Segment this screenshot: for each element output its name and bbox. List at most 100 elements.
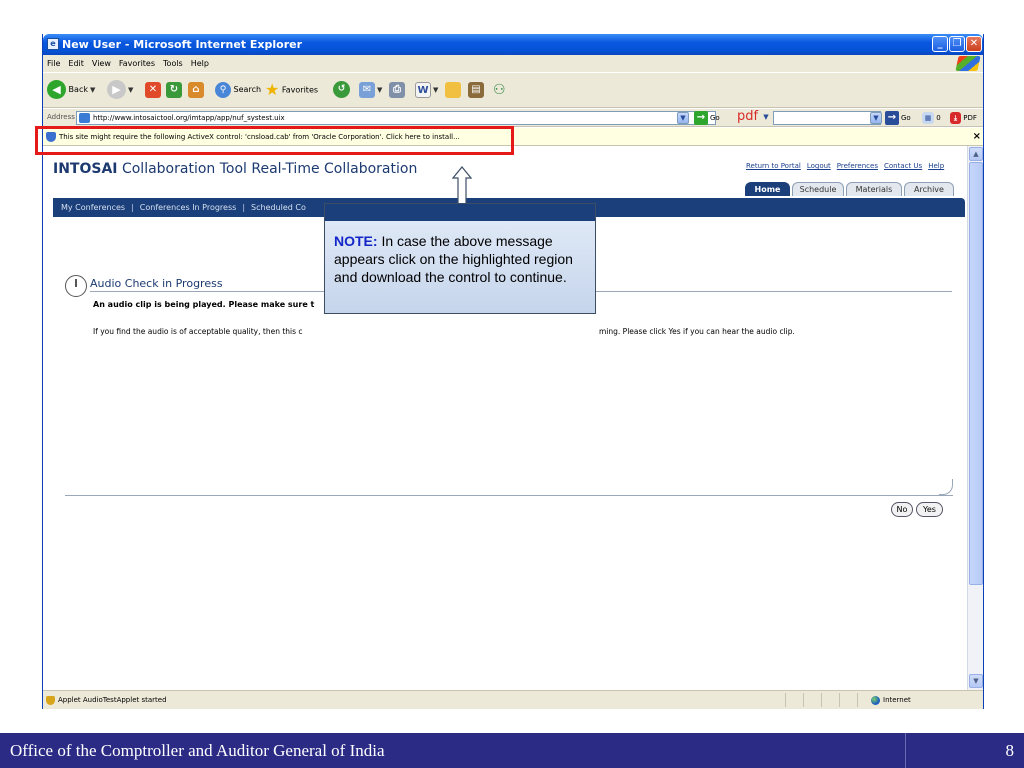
folder-button[interactable] bbox=[445, 80, 461, 100]
address-input[interactable]: http://www.intosaictool.org/imtapp/app/n… bbox=[76, 111, 716, 125]
toolbar-search-input[interactable] bbox=[773, 111, 881, 125]
globe-icon bbox=[871, 695, 880, 705]
app-title: INTOSAI Collaboration Tool Real-Time Col… bbox=[53, 161, 417, 177]
windows-logo-icon bbox=[955, 56, 981, 71]
scroll-thumb[interactable] bbox=[969, 162, 983, 585]
pdf-dropdown-icon[interactable]: ▼ bbox=[760, 112, 772, 124]
print-icon: ⎙ bbox=[389, 81, 405, 98]
search-label: Search bbox=[233, 85, 262, 94]
search-icon: ⚲ bbox=[215, 81, 231, 98]
close-button[interactable]: ✕ bbox=[966, 36, 982, 52]
callout-up-arrow-icon bbox=[452, 166, 472, 206]
address-bar: Address http://www.intosaictool.org/imta… bbox=[43, 109, 983, 127]
status-cell bbox=[785, 693, 801, 707]
counter-value: 0 bbox=[936, 114, 941, 122]
folder-icon bbox=[445, 81, 461, 98]
section-title: Audio Check in Progress bbox=[90, 277, 223, 290]
link-return-to-portal[interactable]: Return to Portal bbox=[746, 162, 801, 170]
infobar-close-icon[interactable]: × bbox=[973, 128, 981, 146]
menu-favorites[interactable]: Favorites bbox=[115, 55, 159, 68]
forward-arrow-icon: ▶ bbox=[107, 80, 126, 99]
stop-button[interactable]: ✕ bbox=[145, 80, 161, 100]
pdf-button[interactable]: ⤓ PDF bbox=[950, 111, 977, 125]
instruction-text-right: ming. Please click Yes if you can hear t… bbox=[599, 327, 795, 336]
status-cell bbox=[839, 693, 855, 707]
yes-button[interactable]: Yes bbox=[916, 502, 943, 517]
search-dropdown-icon[interactable]: ▼ bbox=[870, 112, 882, 124]
tab-materials[interactable]: Materials bbox=[846, 182, 902, 196]
stop-icon: ✕ bbox=[145, 81, 161, 98]
app-title-text: Collaboration Tool Real-Time Collaborati… bbox=[121, 161, 418, 177]
favorites-label: Favorites bbox=[281, 85, 319, 95]
nav-conferences-in-progress[interactable]: Conferences In Progress bbox=[140, 203, 237, 212]
counter-button[interactable]: ▦ 0 bbox=[922, 111, 941, 125]
messenger-icon: ⚇ bbox=[493, 82, 506, 98]
search-go-button[interactable]: → Go bbox=[885, 111, 911, 125]
messenger-button[interactable]: ⚇ bbox=[493, 80, 506, 100]
address-dropdown-icon[interactable]: ▼ bbox=[677, 112, 689, 124]
go-button[interactable]: → Go bbox=[694, 111, 720, 125]
standard-toolbar: ◀ Back ▼ ▶ ▼ ✕ ↻ ⌂ ⚲ Search ★ Favorites ↺ … bbox=[43, 72, 983, 108]
link-help[interactable]: Help bbox=[928, 162, 944, 170]
pdf-icon: ⤓ bbox=[950, 112, 961, 124]
history-button[interactable]: ↺ bbox=[333, 80, 350, 100]
print-button[interactable]: ⎙ bbox=[389, 80, 405, 100]
highlight-box bbox=[35, 126, 514, 155]
search-button[interactable]: ⚲ Search bbox=[215, 80, 261, 100]
menu-file[interactable]: File bbox=[43, 55, 64, 68]
star-icon: ★ bbox=[265, 80, 280, 99]
tab-archive[interactable]: Archive bbox=[904, 182, 954, 196]
status-cell bbox=[821, 693, 837, 707]
slide-footer: Office of the Comptroller and Auditor Ge… bbox=[0, 733, 1024, 768]
pdf-label: PDF bbox=[963, 114, 977, 122]
forward-button[interactable]: ▶ ▼ bbox=[107, 80, 133, 100]
refresh-icon: ↻ bbox=[166, 81, 182, 98]
minimize-button[interactable]: _ bbox=[932, 36, 948, 52]
home-icon: ⌂ bbox=[188, 81, 204, 98]
status-text: Applet AudioTestApplet started bbox=[58, 696, 167, 704]
favorites-button[interactable]: ★ Favorites bbox=[265, 80, 318, 100]
address-label: Address bbox=[47, 113, 75, 121]
window-title: New User - Microsoft Internet Explorer bbox=[62, 38, 303, 51]
address-url: http://www.intosaictool.org/imtapp/app/n… bbox=[93, 114, 285, 122]
page-icon bbox=[79, 113, 90, 123]
content-corner bbox=[939, 479, 953, 495]
callout-header-bar bbox=[325, 204, 595, 221]
menu-tools[interactable]: Tools bbox=[159, 55, 187, 68]
back-button[interactable]: ◀ Back ▼ bbox=[47, 80, 95, 100]
back-label: Back bbox=[68, 85, 88, 94]
menu-help[interactable]: Help bbox=[187, 55, 213, 68]
note-callout: NOTE: In case the above message appears … bbox=[324, 203, 596, 314]
word-edit-icon: W bbox=[415, 81, 431, 98]
refresh-button[interactable]: ↻ bbox=[166, 80, 182, 100]
ie-app-icon: e bbox=[47, 38, 59, 50]
applet-icon bbox=[46, 696, 55, 705]
mail-icon: ✉ bbox=[359, 81, 375, 98]
mail-button[interactable]: ✉ ▼ bbox=[359, 80, 382, 100]
tab-home[interactable]: Home bbox=[745, 182, 790, 196]
no-button[interactable]: No bbox=[891, 502, 913, 517]
edit-button[interactable]: W ▼ bbox=[415, 80, 438, 100]
scroll-down-icon[interactable]: ▼ bbox=[969, 674, 983, 688]
research-button[interactable]: ▤ bbox=[468, 80, 484, 100]
counter-icon: ▦ bbox=[922, 112, 934, 124]
home-button[interactable]: ⌂ bbox=[188, 80, 204, 100]
back-arrow-icon: ◀ bbox=[47, 80, 66, 99]
history-icon: ↺ bbox=[333, 81, 350, 98]
scroll-up-icon[interactable]: ▲ bbox=[969, 147, 983, 161]
instruction-text-left: If you find the audio is of acceptable q… bbox=[93, 327, 303, 336]
go-label: Go bbox=[710, 114, 720, 122]
search-go-arrow-icon: → bbox=[885, 111, 899, 125]
vertical-scrollbar[interactable]: ▲ ▼ bbox=[967, 146, 983, 690]
maximize-button[interactable]: ❐ bbox=[949, 36, 965, 52]
menu-edit[interactable]: Edit bbox=[64, 55, 88, 68]
link-contact-us[interactable]: Contact Us bbox=[884, 162, 922, 170]
tab-schedule[interactable]: Schedule bbox=[792, 182, 844, 196]
link-logout[interactable]: Logout bbox=[807, 162, 831, 170]
content-bottom-divider bbox=[65, 495, 953, 496]
link-preferences[interactable]: Preferences bbox=[837, 162, 878, 170]
menu-view[interactable]: View bbox=[88, 55, 115, 68]
nav-my-conferences[interactable]: My Conferences bbox=[61, 203, 125, 212]
nav-scheduled-conferences[interactable]: Scheduled Co bbox=[251, 203, 306, 212]
footer-divider bbox=[905, 733, 906, 768]
